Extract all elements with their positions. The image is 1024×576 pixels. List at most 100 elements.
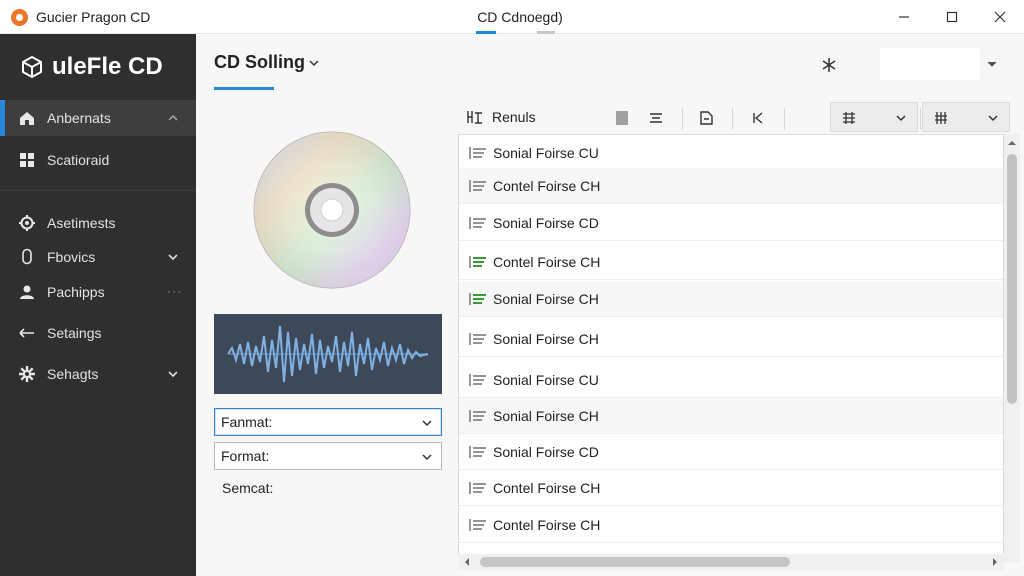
sidebar-item-setaings[interactable]: Setaings — [0, 315, 196, 351]
list-item[interactable]: Sonial Foirse CH — [459, 321, 1003, 357]
results-label: Renuls — [492, 109, 536, 125]
more-dots-icon: ··· — [167, 284, 182, 298]
list-item[interactable]: Sonial Foirse CU — [459, 362, 1003, 398]
sidebar-item-label: Sehagts — [47, 366, 99, 382]
list-item[interactable]: Contel Foirse CH — [459, 244, 1003, 280]
list-item-label: Contel Foirse CH — [493, 516, 601, 533]
list-green-icon — [469, 255, 486, 268]
snowflake-icon[interactable] — [820, 56, 838, 74]
list-icon — [469, 146, 486, 159]
grid-icon — [18, 151, 36, 169]
chevron-down-icon[interactable] — [986, 58, 998, 70]
format-select-label: Format: — [221, 448, 270, 464]
close-button[interactable] — [976, 0, 1024, 34]
sidebar-item-label: Scatioraid — [47, 152, 110, 168]
search-input[interactable] — [880, 48, 980, 80]
filter-combo[interactable] — [830, 102, 918, 132]
list-icon — [469, 409, 486, 422]
list-item-label: Sonial Foirse CD — [493, 214, 599, 231]
scroll-right-icon[interactable] — [990, 557, 1000, 567]
settings-icon — [18, 365, 36, 383]
list-item-label: Contel Foirse CH — [493, 177, 601, 194]
format-select-2[interactable]: Format: — [214, 442, 442, 470]
close-icon — [994, 11, 1006, 23]
tag-button[interactable] — [692, 104, 720, 132]
cube-logo-icon — [20, 55, 44, 79]
back-button[interactable] — [744, 104, 772, 132]
sidebar: uleFle CD Anbernats Scatioraid Asetimest… — [0, 34, 196, 576]
format-select-1[interactable]: Fanmat: — [214, 408, 442, 436]
vertical-scroll-thumb[interactable] — [1007, 154, 1017, 404]
chevron-up-icon — [168, 115, 178, 121]
main-area: CD Solling Fanmat: Format: Semcat: Renul… — [196, 34, 1024, 576]
toolbar-divider — [732, 108, 733, 130]
results-list: Sonial Foirse CU Contel Foirse CH Sonial… — [458, 134, 1004, 562]
chevron-down-icon — [896, 115, 906, 122]
list-green-icon — [469, 292, 486, 305]
sidebar-divider — [0, 190, 196, 191]
list-item-label: Sonial Foirse CH — [493, 330, 599, 347]
sidebar-item-anbernats[interactable]: Anbernats — [0, 100, 196, 136]
maximize-button[interactable] — [928, 0, 976, 34]
list-item[interactable]: Sonial Foirse CD — [459, 434, 1003, 470]
list-icon — [469, 373, 486, 386]
filter-icon — [843, 112, 855, 124]
results-toolbar: Renuls — [458, 102, 1024, 134]
toolbar-divider — [784, 108, 785, 130]
sidebar-item-label: Pachipps — [47, 284, 105, 300]
list-item[interactable]: Sonial Foirse CH — [459, 398, 1003, 434]
person-icon — [18, 283, 36, 301]
page-title[interactable]: CD Solling — [214, 52, 305, 73]
cd-disc-icon — [253, 131, 411, 289]
toolbar-divider — [682, 108, 683, 130]
list-icon — [469, 518, 486, 531]
list-item-label: Contel Foirse CH — [493, 479, 601, 496]
maximize-icon — [946, 11, 958, 23]
list-item[interactable]: Sonial Foirse CU — [459, 135, 1003, 171]
vertical-scrollbar[interactable] — [1004, 134, 1020, 562]
title-bar: Gucier Pragon CD CD Cdnoegd) — [0, 0, 1024, 34]
list-item[interactable]: Contel Foirse CH — [459, 168, 1003, 204]
list-item-label: Sonial Foirse CD — [493, 443, 599, 460]
list-item[interactable]: Contel Foirse CH — [459, 507, 1003, 543]
toolbar-divider — [920, 108, 921, 130]
columns-icon — [935, 112, 947, 124]
sidebar-item-label: Fbovics — [47, 249, 96, 265]
sidebar-item-scatioraid[interactable]: Scatioraid — [0, 142, 196, 178]
chevron-down-icon — [168, 371, 178, 378]
chevron-down-icon — [422, 454, 432, 461]
sidebar-item-pachipps[interactable]: Pachipps ··· — [0, 274, 196, 310]
align-button[interactable] — [642, 104, 670, 132]
chevron-down-icon — [168, 254, 178, 261]
columns-combo[interactable] — [922, 102, 1010, 132]
app-logo-icon — [11, 9, 28, 26]
arrows-icon — [18, 324, 36, 342]
chevron-down-icon — [988, 115, 998, 122]
scroll-left-icon[interactable] — [462, 557, 472, 567]
list-icon — [469, 481, 486, 494]
title-underline — [214, 87, 274, 90]
chevron-down-icon — [422, 420, 432, 427]
list-item[interactable]: Sonial Foirse CH — [459, 281, 1003, 317]
list-item-label: Sonial Foirse CH — [493, 290, 599, 307]
list-item[interactable]: Sonial Foirse CD — [459, 205, 1003, 241]
list-item[interactable]: Contel Foirse CH — [459, 470, 1003, 506]
brand: uleFle CD — [20, 52, 163, 82]
scroll-up-icon[interactable] — [1007, 138, 1017, 148]
chevron-down-icon[interactable] — [308, 57, 320, 69]
list-item-label: Sonial Foirse CU — [493, 144, 599, 161]
align-icon — [650, 113, 662, 123]
minimize-button[interactable] — [880, 0, 928, 34]
horizontal-scroll-thumb[interactable] — [480, 557, 790, 567]
main-header: CD Solling — [196, 34, 1024, 94]
chevron-left-icon — [753, 112, 763, 124]
sidebar-item-label: Asetimests — [47, 215, 116, 231]
list-item-label: Sonial Foirse CH — [493, 407, 599, 424]
results-header: Renuls — [466, 108, 536, 126]
sidebar-item-sehagts[interactable]: Sehagts — [0, 356, 196, 392]
semcat-label: Semcat: — [222, 480, 274, 496]
gray-marker-icon — [616, 111, 628, 125]
sidebar-item-asetimests[interactable]: Asetimests — [0, 205, 196, 241]
horizontal-scrollbar[interactable] — [458, 554, 1004, 570]
sidebar-item-fbovics[interactable]: Fbovics — [0, 239, 196, 275]
